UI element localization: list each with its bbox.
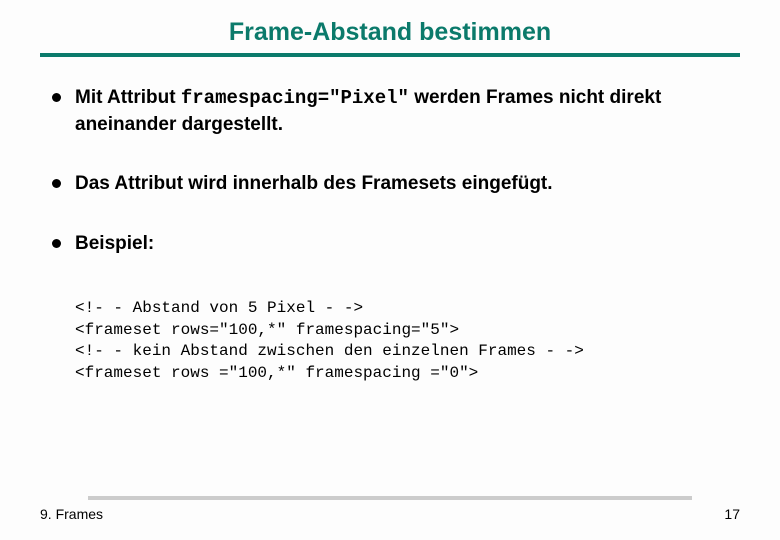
inline-code: framespacing="Pixel" (181, 87, 409, 109)
code-line: <frameset rows ="100,*" framespacing ="0… (75, 364, 478, 382)
bullet-text: Beispiel: (75, 231, 154, 257)
bullet-icon (52, 239, 61, 248)
bullet-text: Mit Attribut framespacing="Pixel" werden… (75, 85, 740, 137)
list-item: Das Attribut wird innerhalb des Frameset… (52, 171, 740, 197)
list-item: Beispiel: (52, 231, 740, 257)
footer-rule (88, 496, 692, 500)
code-line: <!- - kein Abstand zwischen den einzelne… (75, 342, 584, 360)
text-fragment: Beispiel: (75, 233, 154, 254)
list-item: Mit Attribut framespacing="Pixel" werden… (52, 85, 740, 137)
bullet-icon (52, 179, 61, 188)
slide-footer: 9. Frames 17 (40, 496, 740, 522)
text-fragment: Das Attribut wird innerhalb des Frameset… (75, 173, 553, 194)
footer-section: 9. Frames (40, 506, 103, 522)
bullet-icon (52, 93, 61, 102)
code-line: <frameset rows="100,*" framespacing="5"> (75, 321, 459, 339)
code-example: <!- - Abstand von 5 Pixel - -> <frameset… (75, 277, 740, 385)
page-number: 17 (724, 506, 740, 522)
code-line: <!- - Abstand von 5 Pixel - -> (75, 299, 363, 317)
bullet-text: Das Attribut wird innerhalb des Frameset… (75, 171, 553, 197)
text-fragment: Mit Attribut (75, 87, 181, 108)
title-underline (40, 53, 740, 57)
bullet-list: Mit Attribut framespacing="Pixel" werden… (40, 85, 740, 257)
slide-title: Frame-Abstand bestimmen (40, 18, 740, 53)
